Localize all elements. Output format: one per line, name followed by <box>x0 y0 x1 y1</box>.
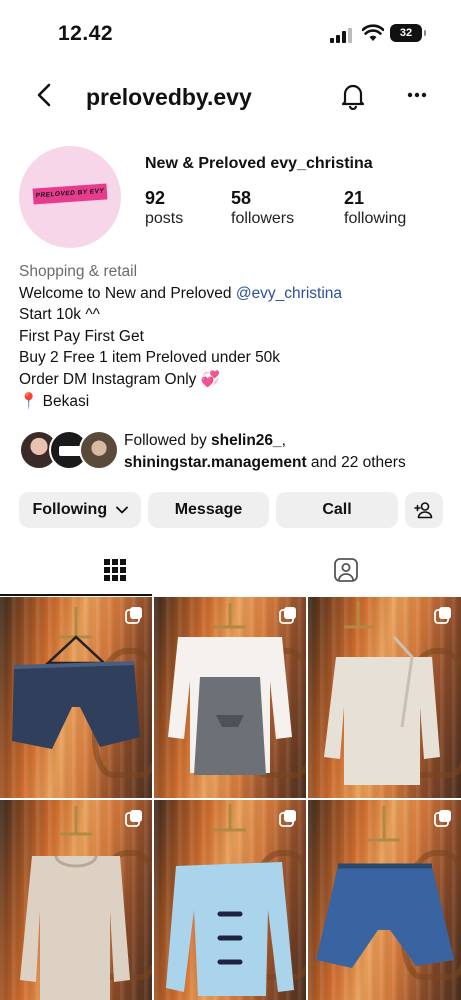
profile-bio: Shopping & retail Welcome to New and Pre… <box>19 261 439 412</box>
profile-header: prelovedby.evy <box>0 72 461 122</box>
post-photo-denim-skirt <box>316 806 454 968</box>
bio-mention-link[interactable]: @evy_christina <box>236 285 342 302</box>
multiple-photos-icon <box>434 607 451 624</box>
back-arrow-icon[interactable] <box>30 80 60 110</box>
status-time: 12.42 <box>58 22 114 45</box>
followers-label: followers <box>231 210 295 227</box>
following-button[interactable]: Following <box>19 492 141 528</box>
post-photo-cream-hoodie <box>324 601 440 785</box>
bio-line-welcome: Welcome to New and Preloved @evy_christi… <box>19 283 439 305</box>
message-button[interactable]: Message <box>148 492 269 528</box>
post-tile[interactable] <box>154 597 306 798</box>
heart-emoji-icon: 💞 <box>200 370 221 388</box>
avatar-logo-subline <box>49 206 93 210</box>
post-tile[interactable] <box>308 597 461 798</box>
following-stat[interactable]: 21 following <box>344 188 406 228</box>
bio-order-text: Order DM Instagram Only <box>19 370 197 388</box>
following-label: following <box>344 210 407 227</box>
followed-by-prefix: Followed by <box>124 432 212 449</box>
chevron-down-icon <box>115 506 128 514</box>
post-tile[interactable] <box>0 597 152 798</box>
wifi-icon <box>362 24 384 41</box>
multiple-photos-icon <box>434 810 451 827</box>
profile-username: prelovedby.evy <box>86 84 252 110</box>
add-person-icon <box>414 502 433 519</box>
mutual-user-1: shelin26_ <box>211 432 282 449</box>
avatar-logo: PRELOVED BY EVY <box>32 183 108 205</box>
suggest-people-button[interactable] <box>405 492 443 528</box>
multiple-photos-icon <box>279 810 296 827</box>
followed-by-suffix: and 22 others <box>306 453 406 471</box>
tab-posts-grid[interactable] <box>0 546 230 596</box>
post-photo-blue-bow-top <box>166 804 294 996</box>
mutual-avatar-3 <box>79 430 119 470</box>
post-photo-white-top <box>168 603 292 775</box>
profile-avatar[interactable]: PRELOVED BY EVY <box>19 146 121 248</box>
multiple-photos-icon <box>125 810 142 827</box>
signal-icon <box>330 27 354 43</box>
bio-line-location: 📍 Bekasi <box>19 391 439 413</box>
posts-grid <box>0 597 461 1000</box>
posts-stat[interactable]: 92 posts <box>145 188 183 228</box>
multiple-photos-icon <box>279 607 296 624</box>
bell-icon[interactable] <box>338 80 368 110</box>
followed-by-separator: , <box>281 432 286 449</box>
grid-icon <box>104 559 126 581</box>
active-tab-indicator <box>0 594 152 596</box>
bio-line-firstpay: First Pay First Get <box>19 327 144 345</box>
bio-welcome-text: Welcome to New and Preloved <box>19 284 236 302</box>
mutual-followers-avatars[interactable] <box>19 430 119 472</box>
profile-actions: Following Message Call <box>19 492 443 528</box>
battery-icon: 32 <box>390 24 426 42</box>
bio-category: Shopping & retail <box>19 263 138 280</box>
following-count: 21 <box>344 188 365 208</box>
post-tile[interactable] <box>154 800 306 1000</box>
pin-emoji-icon: 📍 <box>19 392 39 410</box>
post-photo-beige-sweater <box>20 806 130 1000</box>
mutual-user-2: shiningstar.management <box>124 453 307 471</box>
followers-count: 58 <box>231 188 252 208</box>
multiple-photos-icon <box>125 607 142 624</box>
bio-line-order: Order DM Instagram Only 💞 <box>19 369 439 391</box>
post-tile[interactable] <box>308 800 461 1000</box>
profile-full-name: New & Preloved evy_christina <box>145 155 373 172</box>
followed-by-text[interactable]: Followed by shelin26_, shiningstar.manag… <box>124 430 444 473</box>
status-bar: 12.42 32 <box>0 0 461 64</box>
posts-count: 92 <box>145 188 166 208</box>
post-tile[interactable] <box>0 800 152 1000</box>
bio-line-start: Start 10k ^^ <box>19 306 100 324</box>
post-photo-denim-shorts <box>12 607 140 749</box>
bio-location-text: Bekasi <box>38 392 90 410</box>
followers-stat[interactable]: 58 followers <box>231 188 294 228</box>
profile-tabs <box>0 546 461 596</box>
bio-line-promo: Buy 2 Free 1 item Preloved under 50k <box>19 349 281 367</box>
tab-tagged[interactable] <box>231 546 461 596</box>
following-button-label: Following <box>32 501 108 518</box>
posts-label: posts <box>145 210 184 227</box>
call-button[interactable]: Call <box>276 492 398 528</box>
tagged-icon <box>334 558 358 582</box>
more-icon[interactable] <box>402 80 432 110</box>
